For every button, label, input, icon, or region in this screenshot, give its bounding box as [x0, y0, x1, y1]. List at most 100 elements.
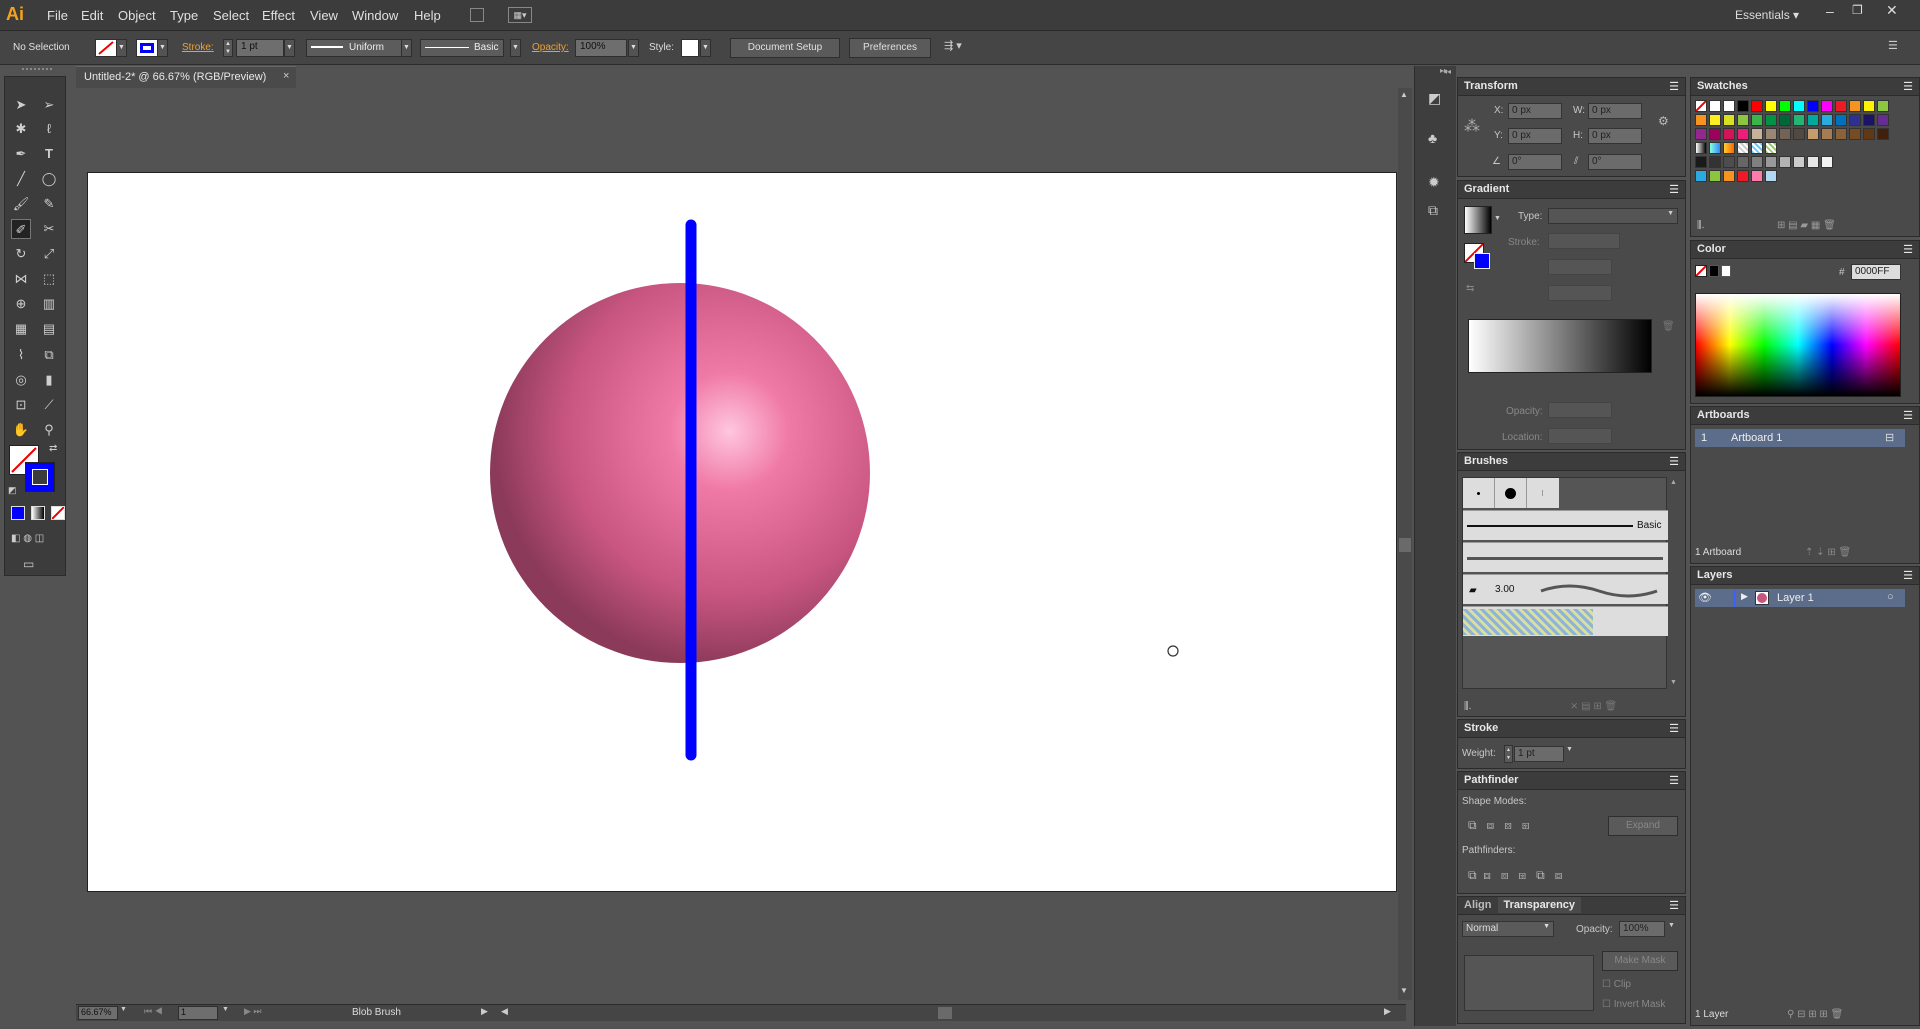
gradient-type-select[interactable]: ▼ — [1548, 208, 1678, 224]
make-mask-button[interactable]: Make Mask — [1602, 951, 1678, 971]
menu-select[interactable]: Select — [213, 8, 249, 23]
direct-selection-tool-icon[interactable]: ➢ — [39, 95, 59, 115]
swatch-gradient-blue[interactable] — [1709, 142, 1721, 154]
scissors-tool-icon[interactable]: ✂ — [39, 219, 59, 239]
swatch-00ffff[interactable] — [1793, 100, 1805, 112]
rotate-field[interactable]: 0° — [1508, 154, 1562, 170]
menu-help[interactable]: Help — [414, 8, 441, 23]
swatch-4d4d4d[interactable] — [1723, 156, 1735, 168]
swatch-ff7bac[interactable] — [1751, 170, 1763, 182]
constrain-proportions-icon[interactable]: ⚙ — [1658, 114, 1669, 128]
swatch-29abe2[interactable] — [1821, 114, 1833, 126]
swatch-9e005d[interactable] — [1709, 128, 1721, 140]
stroke-panel-header[interactable]: Stroke ☰ — [1458, 720, 1685, 738]
hex-field[interactable]: 0000FF — [1851, 264, 1901, 280]
swatch-ffff00[interactable] — [1765, 100, 1777, 112]
width-tool-icon[interactable]: ⋈ — [11, 269, 31, 289]
w-field[interactable]: 0 px — [1588, 103, 1642, 119]
brush-definition[interactable]: Basic — [420, 39, 504, 57]
swatch-ff0000[interactable] — [1751, 100, 1763, 112]
stroke-stepper[interactable]: ▲ ▼ — [223, 39, 233, 57]
column-graph-tool-icon[interactable]: ▮ — [39, 370, 59, 390]
ellipse-tool-icon[interactable]: ◯ — [39, 169, 59, 189]
swap-fill-stroke-icon[interactable]: ⇄ — [49, 443, 57, 454]
layer-visibility-icon[interactable]: 👁 — [1698, 591, 1712, 604]
swatch-00ff00[interactable] — [1779, 100, 1791, 112]
swatch-f7931e[interactable] — [1723, 170, 1735, 182]
stroke-weight-stepper[interactable]: ▲ ▼ — [1504, 745, 1513, 763]
symbol-sprayer-tool-icon[interactable]: ◎ — [11, 370, 31, 390]
swatch-f7931e[interactable] — [1695, 114, 1707, 126]
workspace-switcher[interactable]: Essentials ▾ — [1735, 8, 1799, 22]
swatch-29abe2[interactable] — [1695, 170, 1707, 182]
transform-panel-header[interactable]: Transform ☰ — [1458, 78, 1685, 96]
color-none-swatch[interactable] — [1695, 265, 1707, 277]
style-dropdown[interactable]: ▼ — [700, 39, 711, 57]
transparency-opacity-field[interactable]: 100% — [1619, 921, 1665, 937]
drawing-modes-icon[interactable]: ◧ ◍ ◫ — [11, 533, 44, 544]
blob-brush-tool-icon[interactable]: ✐ — [11, 219, 31, 239]
swatch-fcee21[interactable] — [1709, 114, 1721, 126]
swatch-1a1a1a[interactable] — [1695, 156, 1707, 168]
color-panel-header[interactable]: Color ☰ — [1691, 241, 1919, 259]
gradient-tool-icon[interactable]: ▤ — [39, 319, 59, 339]
zoom-level[interactable]: 66.67% — [78, 1006, 118, 1020]
swatch-d9e021[interactable] — [1723, 114, 1735, 126]
swatch-8cc63f[interactable] — [1709, 170, 1721, 182]
swatch-93278f[interactable] — [1695, 128, 1707, 140]
gradient-stroke-options[interactable] — [1548, 233, 1620, 249]
next-artboard-icon[interactable]: ▶ ⏭ — [244, 1006, 262, 1017]
stroke-weight-dropdown[interactable]: ▼ — [1566, 746, 1573, 753]
stroke-weight-input[interactable]: 1 pt — [236, 39, 284, 57]
bridge-icon[interactable] — [470, 8, 484, 22]
tab-align[interactable]: Align — [1458, 897, 1498, 913]
swatch-none[interactable] — [1695, 100, 1707, 112]
expand-button[interactable]: Expand — [1608, 816, 1678, 836]
swatch-c69c6d[interactable] — [1807, 128, 1819, 140]
scroll-up-icon[interactable]: ▲ — [1400, 90, 1408, 99]
stroke-weight-field[interactable]: 1 pt — [1514, 746, 1564, 762]
color-white-swatch[interactable] — [1721, 265, 1731, 277]
perspective-grid-tool-icon[interactable]: ▥ — [39, 294, 59, 314]
swatch-a67c52[interactable] — [1821, 128, 1833, 140]
gradient-angle-field[interactable] — [1548, 259, 1612, 275]
graphic-style-swatch[interactable] — [681, 39, 699, 57]
stroke-label[interactable]: Stroke: — [182, 42, 214, 53]
mesh-tool-icon[interactable]: ▦ — [11, 319, 31, 339]
swatch-ff00ff[interactable] — [1821, 100, 1833, 112]
scroll-down-icon[interactable]: ▼ — [1400, 986, 1408, 995]
appearance-panel-icon[interactable]: ✹ — [1428, 174, 1440, 191]
swatch-b3d9f2[interactable] — [1765, 170, 1777, 182]
artboard-navigation[interactable]: 1 — [178, 1006, 218, 1020]
swatch-754c24[interactable] — [1849, 128, 1861, 140]
fill-swatch[interactable] — [95, 39, 117, 57]
swatch-006837[interactable] — [1779, 114, 1791, 126]
color-spectrum[interactable] — [1695, 293, 1901, 397]
brushes-panel-header[interactable]: Brushes ☰ — [1458, 453, 1685, 471]
menu-file[interactable]: File — [47, 8, 68, 23]
navigator-panel-icon[interactable]: ◩ — [1428, 90, 1441, 107]
gradient-panel-header[interactable]: Gradient ☰ — [1458, 181, 1685, 199]
invert-mask-checkbox[interactable]: ☐ Invert Mask — [1602, 999, 1665, 1010]
artboards-footer-icons[interactable]: ⇡ ⇣ ⊞ 🗑 — [1805, 547, 1851, 558]
artboard[interactable] — [87, 172, 1397, 892]
swatch-009245[interactable] — [1765, 114, 1777, 126]
zoom-tool-icon[interactable]: ⚲ — [39, 420, 59, 440]
swatch-d4145a[interactable] — [1723, 128, 1735, 140]
swatch-pattern-3[interactable] — [1765, 142, 1777, 154]
swatch-pattern-2[interactable] — [1751, 142, 1763, 154]
swatch-fff200[interactable] — [1863, 100, 1875, 112]
x-field[interactable]: 0 px — [1508, 103, 1562, 119]
gradient-mode-icon[interactable] — [31, 506, 45, 520]
gradient-stroke-box[interactable] — [1474, 253, 1490, 269]
stroke-color-box[interactable] — [25, 462, 55, 492]
h-field[interactable]: 0 px — [1588, 128, 1642, 144]
shear-field[interactable]: 0° — [1588, 154, 1642, 170]
line-tool-icon[interactable]: ╱ — [11, 169, 31, 189]
selection-tool-icon[interactable]: ➤ — [11, 95, 31, 115]
layers-footer-icons[interactable]: ⚲ ⊟ ⊞ ⊞ 🗑 — [1787, 1009, 1843, 1020]
swatch-998675[interactable] — [1765, 128, 1777, 140]
swatch-1b1464[interactable] — [1863, 114, 1875, 126]
artboard-dropdown[interactable]: ▼ — [222, 1006, 229, 1013]
swatch-0000ff[interactable] — [1807, 100, 1819, 112]
